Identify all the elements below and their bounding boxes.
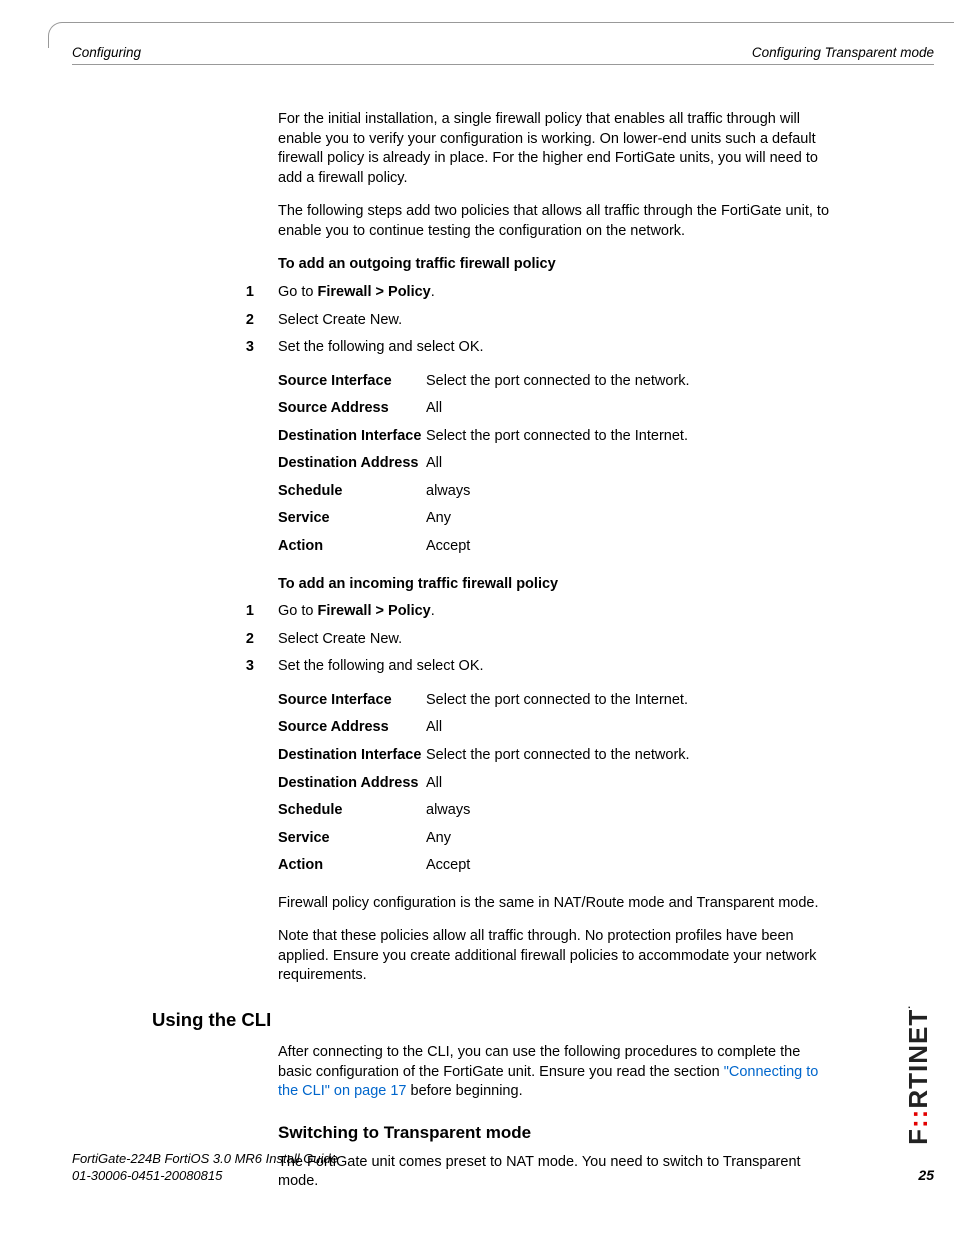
- row-label: Schedule: [278, 801, 426, 821]
- outgoing-table: Source InterfaceSelect the port connecte…: [278, 372, 833, 557]
- outgoing-steps: 1 Go to Firewall > Policy. 2 Select Crea…: [236, 283, 833, 358]
- row-value: All: [426, 774, 833, 794]
- row-value: always: [426, 482, 833, 502]
- after-paragraph-2: Note that these policies allow all traff…: [278, 927, 833, 986]
- list-item: 3 Set the following and select OK.: [236, 657, 833, 677]
- table-row: Source InterfaceSelect the port connecte…: [278, 372, 833, 392]
- table-row: Destination AddressAll: [278, 774, 833, 794]
- step-number: 3: [236, 657, 278, 677]
- table-row: Source AddressAll: [278, 399, 833, 419]
- list-item: 1 Go to Firewall > Policy.: [236, 283, 833, 303]
- cli-paragraph: After connecting to the CLI, you can use…: [278, 1043, 833, 1102]
- intro-paragraph-2: The following steps add two policies tha…: [278, 202, 833, 241]
- page-footer: FortiGate-224B FortiOS 3.0 MR6 Install G…: [72, 1150, 934, 1185]
- footer-left: FortiGate-224B FortiOS 3.0 MR6 Install G…: [72, 1150, 934, 1185]
- list-item: 3 Set the following and select OK.: [236, 338, 833, 358]
- list-item: 2 Select Create New.: [236, 311, 833, 331]
- step-text: Go to Firewall > Policy.: [278, 602, 833, 622]
- row-label: Action: [278, 856, 426, 876]
- footer-title: FortiGate-224B FortiOS 3.0 MR6 Install G…: [72, 1150, 934, 1168]
- table-row: Source AddressAll: [278, 718, 833, 738]
- row-value: Any: [426, 829, 833, 849]
- row-label: Source Interface: [278, 372, 426, 392]
- row-label: Destination Interface: [278, 746, 426, 766]
- step-text: Select Create New.: [278, 630, 833, 650]
- fortinet-logo: F::RTINET.: [901, 1005, 936, 1145]
- step-number: 2: [236, 311, 278, 331]
- step-number: 1: [236, 602, 278, 622]
- table-row: Destination InterfaceSelect the port con…: [278, 427, 833, 447]
- step-number: 1: [236, 283, 278, 303]
- table-row: Destination InterfaceSelect the port con…: [278, 746, 833, 766]
- step-number: 2: [236, 630, 278, 650]
- step-text: Go to Firewall > Policy.: [278, 283, 833, 303]
- table-row: ServiceAny: [278, 829, 833, 849]
- table-row: Source InterfaceSelect the port connecte…: [278, 691, 833, 711]
- list-item: 2 Select Create New.: [236, 630, 833, 650]
- row-label: Service: [278, 829, 426, 849]
- row-label: Service: [278, 509, 426, 529]
- row-value: Select the port connected to the network…: [426, 746, 833, 766]
- row-value: Accept: [426, 856, 833, 876]
- row-value: Select the port connected to the network…: [426, 372, 833, 392]
- list-item: 1 Go to Firewall > Policy.: [236, 602, 833, 622]
- header-left: Configuring: [72, 44, 141, 62]
- row-value: All: [426, 718, 833, 738]
- header-right: Configuring Transparent mode: [752, 44, 934, 62]
- after-paragraph-1: Firewall policy configuration is the sam…: [278, 894, 833, 914]
- page-number: 25: [918, 1166, 934, 1185]
- row-value: Any: [426, 509, 833, 529]
- step-text: Set the following and select OK.: [278, 657, 833, 677]
- row-value: Select the port connected to the Interne…: [426, 427, 833, 447]
- step-text: Set the following and select OK.: [278, 338, 833, 358]
- row-value: always: [426, 801, 833, 821]
- footer-docid: 01-30006-0451-20080815: [72, 1167, 934, 1185]
- row-label: Source Address: [278, 718, 426, 738]
- row-value: All: [426, 399, 833, 419]
- outgoing-heading: To add an outgoing traffic firewall poli…: [278, 255, 833, 275]
- row-label: Destination Interface: [278, 427, 426, 447]
- row-label: Source Interface: [278, 691, 426, 711]
- step-text: Select Create New.: [278, 311, 833, 331]
- row-value: All: [426, 454, 833, 474]
- table-row: ActionAccept: [278, 537, 833, 557]
- incoming-table: Source InterfaceSelect the port connecte…: [278, 691, 833, 876]
- row-label: Destination Address: [278, 774, 426, 794]
- switch-heading: Switching to Transparent mode: [278, 1122, 833, 1145]
- row-label: Destination Address: [278, 454, 426, 474]
- cli-heading: Using the CLI: [152, 1008, 833, 1033]
- row-value: Accept: [426, 537, 833, 557]
- incoming-steps: 1 Go to Firewall > Policy. 2 Select Crea…: [236, 602, 833, 677]
- row-label: Schedule: [278, 482, 426, 502]
- row-value: Select the port connected to the Interne…: [426, 691, 833, 711]
- page-header: Configuring Configuring Transparent mode: [72, 44, 934, 65]
- incoming-heading: To add an incoming traffic firewall poli…: [278, 575, 833, 595]
- table-row: Schedulealways: [278, 482, 833, 502]
- table-row: Schedulealways: [278, 801, 833, 821]
- table-row: Destination AddressAll: [278, 454, 833, 474]
- step-number: 3: [236, 338, 278, 358]
- table-row: ActionAccept: [278, 856, 833, 876]
- main-content: For the initial installation, a single f…: [278, 110, 833, 1206]
- intro-paragraph-1: For the initial installation, a single f…: [278, 110, 833, 188]
- table-row: ServiceAny: [278, 509, 833, 529]
- row-label: Action: [278, 537, 426, 557]
- row-label: Source Address: [278, 399, 426, 419]
